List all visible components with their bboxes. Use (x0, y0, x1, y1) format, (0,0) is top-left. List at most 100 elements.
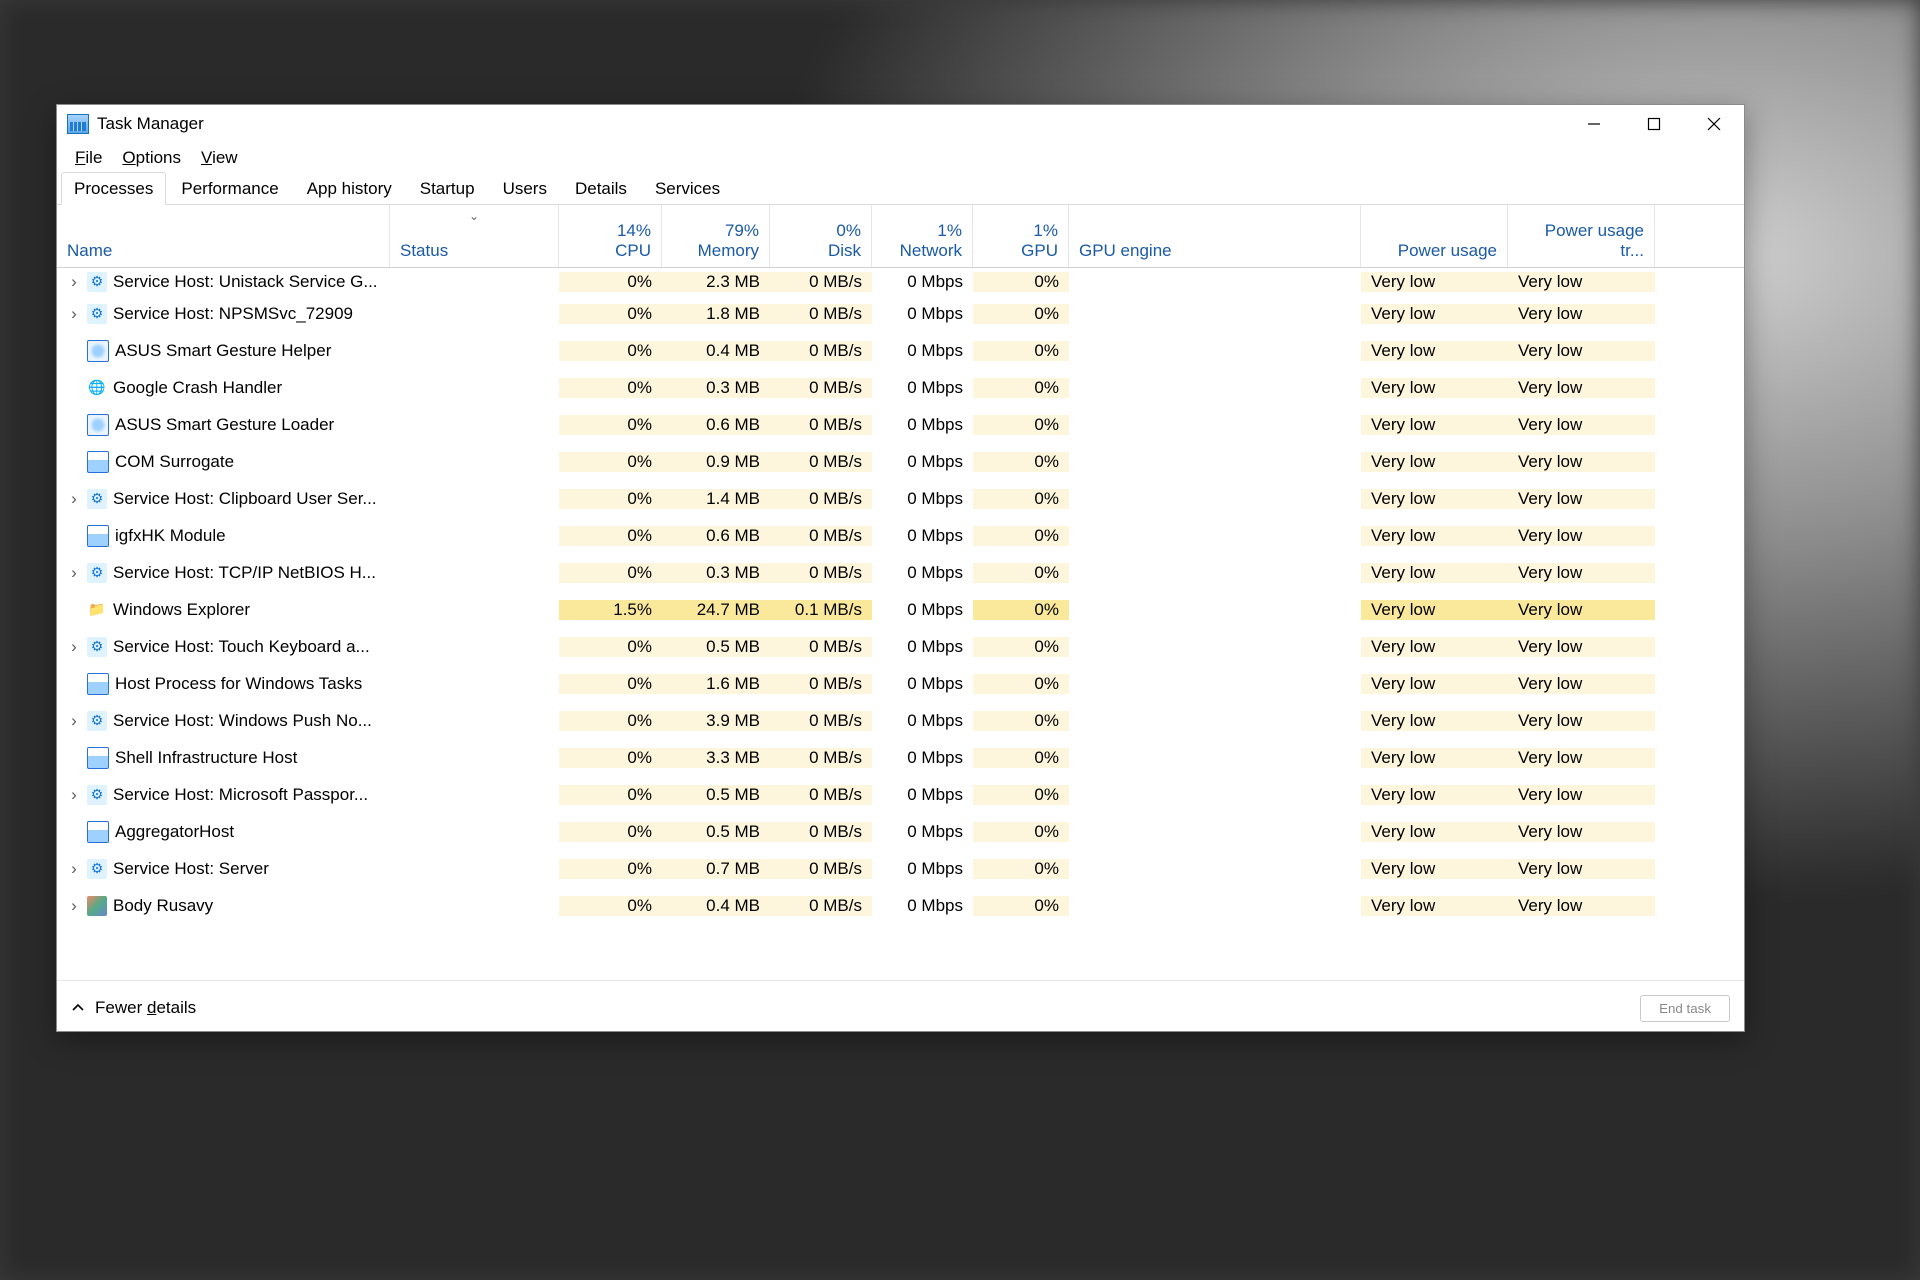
col-network[interactable]: 1%Network (872, 205, 973, 267)
table-row[interactable]: › ⚙ Service Host: Clipboard User Ser... … (57, 480, 1744, 517)
process-grid[interactable]: › ⚙ Service Host: Unistack Service G... … (57, 268, 1744, 981)
gpu-cell: 0% (973, 452, 1069, 472)
power-cell: Very low (1361, 341, 1508, 361)
gpu-cell: 0% (973, 563, 1069, 583)
memory-cell: 3.3 MB (662, 748, 770, 768)
power-cell: Very low (1361, 415, 1508, 435)
memory-cell: 24.7 MB (662, 600, 770, 620)
window-icon (87, 747, 109, 769)
table-row[interactable]: › Body Rusavy 0% 0.4 MB 0 MB/s 0 Mbps 0%… (57, 887, 1744, 924)
memory-cell: 1.6 MB (662, 674, 770, 694)
process-name-cell: › Body Rusavy (57, 896, 390, 916)
menu-file[interactable]: File (65, 144, 112, 172)
cpu-cell: 0% (559, 341, 662, 361)
tab-performance[interactable]: Performance (168, 172, 291, 204)
power-trend-cell: Very low (1508, 378, 1655, 398)
disk-cell: 0 MB/s (770, 378, 872, 398)
expander-icon[interactable]: › (67, 859, 81, 879)
memory-cell: 1.8 MB (662, 304, 770, 324)
table-row[interactable]: COM Surrogate 0% 0.9 MB 0 MB/s 0 Mbps 0%… (57, 443, 1744, 480)
col-name[interactable]: Name (57, 205, 390, 267)
power-cell: Very low (1361, 526, 1508, 546)
footer: Fewer details End task (57, 981, 1744, 1035)
minimize-button[interactable] (1564, 105, 1624, 143)
power-trend-cell: Very low (1508, 637, 1655, 657)
tab-startup[interactable]: Startup (407, 172, 488, 204)
process-name: Service Host: Unistack Service G... (113, 272, 378, 292)
table-row[interactable]: › ⚙ Service Host: NPSMSvc_72909 0% 1.8 M… (57, 295, 1744, 332)
expander-icon[interactable]: › (67, 637, 81, 657)
titlebar[interactable]: Task Manager (57, 105, 1744, 143)
menu-view[interactable]: View (191, 144, 248, 172)
expander-icon[interactable]: › (67, 489, 81, 509)
power-cell: Very low (1361, 785, 1508, 805)
process-name: Windows Explorer (113, 600, 250, 620)
col-disk[interactable]: 0%Disk (770, 205, 872, 267)
process-name: Service Host: TCP/IP NetBIOS H... (113, 563, 376, 583)
tab-app-history[interactable]: App history (294, 172, 405, 204)
table-row[interactable]: › ⚙ Service Host: Microsoft Passpor... 0… (57, 776, 1744, 813)
gear-icon: ⚙ (87, 563, 107, 583)
power-trend-cell: Very low (1508, 600, 1655, 620)
close-button[interactable] (1684, 105, 1744, 143)
cpu-cell: 0% (559, 674, 662, 694)
network-cell: 0 Mbps (872, 711, 973, 731)
table-row[interactable]: igfxHK Module 0% 0.6 MB 0 MB/s 0 Mbps 0%… (57, 517, 1744, 554)
expander-icon[interactable]: › (67, 563, 81, 583)
expander-icon[interactable]: › (67, 896, 81, 916)
disk-cell: 0 MB/s (770, 415, 872, 435)
table-row[interactable]: AggregatorHost 0% 0.5 MB 0 MB/s 0 Mbps 0… (57, 813, 1744, 850)
table-row[interactable]: ASUS Smart Gesture Helper 0% 0.4 MB 0 MB… (57, 332, 1744, 369)
maximize-button[interactable] (1624, 105, 1684, 143)
process-name: Service Host: Microsoft Passpor... (113, 785, 368, 805)
col-memory[interactable]: 79%Memory (662, 205, 770, 267)
tabstrip: Processes Performance App history Startu… (57, 174, 1744, 205)
col-gpu[interactable]: 1%GPU (973, 205, 1069, 267)
expander-icon[interactable]: › (67, 272, 81, 292)
tab-services[interactable]: Services (642, 172, 733, 204)
col-status[interactable]: ⌄Status (390, 205, 559, 267)
power-cell: Very low (1361, 822, 1508, 842)
tab-details[interactable]: Details (562, 172, 640, 204)
process-name-cell: › ⚙ Service Host: Windows Push No... (57, 711, 390, 731)
power-cell: Very low (1361, 272, 1508, 292)
gpu-cell: 0% (973, 822, 1069, 842)
col-power-trend[interactable]: Power usage tr... (1508, 205, 1655, 267)
gpu-cell: 0% (973, 748, 1069, 768)
power-cell: Very low (1361, 859, 1508, 879)
col-power[interactable]: Power usage (1361, 205, 1508, 267)
table-row[interactable]: Host Process for Windows Tasks 0% 1.6 MB… (57, 665, 1744, 702)
menu-options[interactable]: Options (112, 144, 191, 172)
fewer-details-button[interactable]: Fewer details (71, 998, 196, 1018)
table-row[interactable]: › ⚙ Service Host: TCP/IP NetBIOS H... 0%… (57, 554, 1744, 591)
power-trend-cell: Very low (1508, 415, 1655, 435)
expander-icon[interactable]: › (67, 785, 81, 805)
expander-icon[interactable]: › (67, 711, 81, 731)
table-row[interactable]: › ⚙ Service Host: Windows Push No... 0% … (57, 702, 1744, 739)
network-cell: 0 Mbps (872, 272, 973, 292)
expander-icon[interactable]: › (67, 304, 81, 324)
table-row[interactable]: 🌐 Google Crash Handler 0% 0.3 MB 0 MB/s … (57, 369, 1744, 406)
tab-users[interactable]: Users (490, 172, 560, 204)
table-row[interactable]: Shell Infrastructure Host 0% 3.3 MB 0 MB… (57, 739, 1744, 776)
table-row[interactable]: › ⚙ Service Host: Unistack Service G... … (57, 268, 1744, 295)
process-name-cell: COM Surrogate (57, 451, 390, 473)
end-task-button[interactable]: End task (1640, 995, 1730, 1022)
gpu-cell: 0% (973, 378, 1069, 398)
cpu-cell: 0% (559, 822, 662, 842)
col-cpu[interactable]: 14%CPU (559, 205, 662, 267)
power-cell: Very low (1361, 489, 1508, 509)
col-gpu-engine[interactable]: GPU engine (1069, 205, 1361, 267)
cpu-cell: 0% (559, 304, 662, 324)
process-name-cell: Host Process for Windows Tasks (57, 673, 390, 695)
disk-cell: 0 MB/s (770, 452, 872, 472)
table-row[interactable]: 📁 Windows Explorer 1.5% 24.7 MB 0.1 MB/s… (57, 591, 1744, 628)
table-row[interactable]: › ⚙ Service Host: Touch Keyboard a... 0%… (57, 628, 1744, 665)
process-name: Service Host: NPSMSvc_72909 (113, 304, 353, 324)
network-cell: 0 Mbps (872, 822, 973, 842)
memory-cell: 0.6 MB (662, 415, 770, 435)
table-row[interactable]: ASUS Smart Gesture Loader 0% 0.6 MB 0 MB… (57, 406, 1744, 443)
power-cell: Very low (1361, 711, 1508, 731)
tab-processes[interactable]: Processes (61, 172, 166, 205)
table-row[interactable]: › ⚙ Service Host: Server 0% 0.7 MB 0 MB/… (57, 850, 1744, 887)
